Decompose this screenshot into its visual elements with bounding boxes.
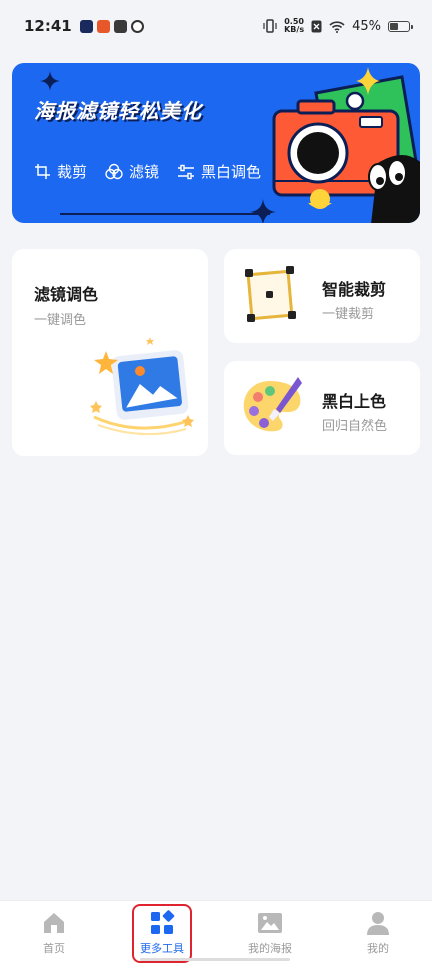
user-icon (367, 911, 389, 935)
banner-tools: 裁剪 滤镜 黑白调色 (34, 161, 261, 182)
home-indicator[interactable] (140, 958, 290, 961)
nav-home[interactable]: 首页 (0, 901, 108, 964)
card-title: 智能裁剪 (322, 280, 387, 299)
crop-icon (35, 164, 50, 179)
nav-label: 更多工具 (140, 941, 184, 955)
sliders-icon (178, 164, 195, 179)
app-notification-icon (113, 19, 127, 33)
bottom-nav: 首页 更多工具 我的海报 我的 (0, 900, 432, 964)
sparkle-icon (40, 71, 60, 91)
promo-banner[interactable]: 海报滤镜轻松美化 裁剪 滤镜 黑白调色 (12, 63, 420, 223)
nav-more-tools[interactable]: 更多工具 (108, 901, 216, 964)
banner-divider (60, 213, 270, 215)
no-sim-icon (311, 20, 322, 32)
smart-crop-card[interactable]: 智能裁剪 一键裁剪 (224, 249, 420, 343)
nav-label: 我的 (367, 941, 389, 955)
palette-icon (243, 377, 302, 432)
app-notification-icon (79, 19, 93, 33)
nav-my-posters[interactable]: 我的海报 (216, 901, 324, 964)
colorize-card[interactable]: 黑白上色 回归自然色 (224, 361, 420, 455)
nav-me[interactable]: 我的 (324, 901, 432, 964)
status-time: 12:41 (24, 17, 72, 35)
card-title: 黑白上色 (322, 392, 387, 411)
home-icon (44, 912, 64, 933)
notification-icons (79, 19, 144, 33)
network-speed-unit: KB/s (284, 25, 305, 34)
grid-icon (151, 909, 175, 934)
card-subtitle: 一键调色 (34, 313, 87, 328)
battery-icon (388, 20, 413, 32)
nav-label: 我的海报 (248, 941, 292, 955)
network-speed: 0.50 KB/s (284, 18, 304, 34)
camera-illustration (272, 67, 420, 223)
banner-tool-label: 裁剪 (57, 163, 88, 181)
vibrate-icon (263, 19, 277, 33)
banner-tool-crop[interactable]: 裁剪 (34, 161, 87, 182)
banner-tool-bw[interactable]: 黑白调色 (177, 161, 261, 182)
filter-tool-card[interactable]: 滤镜调色 一键调色 (12, 249, 208, 456)
banner-title: 海报滤镜轻松美化 (34, 99, 202, 123)
app-notification-icon (130, 19, 144, 33)
banner-tool-filter[interactable]: 滤镜 (105, 161, 159, 182)
crop-frame-illustration (245, 266, 296, 322)
filter-icon (105, 163, 123, 180)
card-subtitle: 一键裁剪 (322, 307, 375, 322)
banner-tool-label: 黑白调色 (201, 163, 262, 181)
battery-percent: 45% (352, 18, 381, 34)
photo-filter-illustration (90, 337, 194, 436)
card-title: 滤镜调色 (34, 285, 99, 304)
card-subtitle: 回归自然色 (322, 419, 388, 434)
banner-tool-label: 滤镜 (129, 163, 160, 181)
image-icon (258, 912, 282, 933)
nav-label: 首页 (43, 941, 65, 955)
status-bar: 12:41 0.50 KB/s 45% (0, 0, 432, 52)
wifi-icon (329, 20, 345, 33)
app-notification-icon (96, 19, 110, 33)
